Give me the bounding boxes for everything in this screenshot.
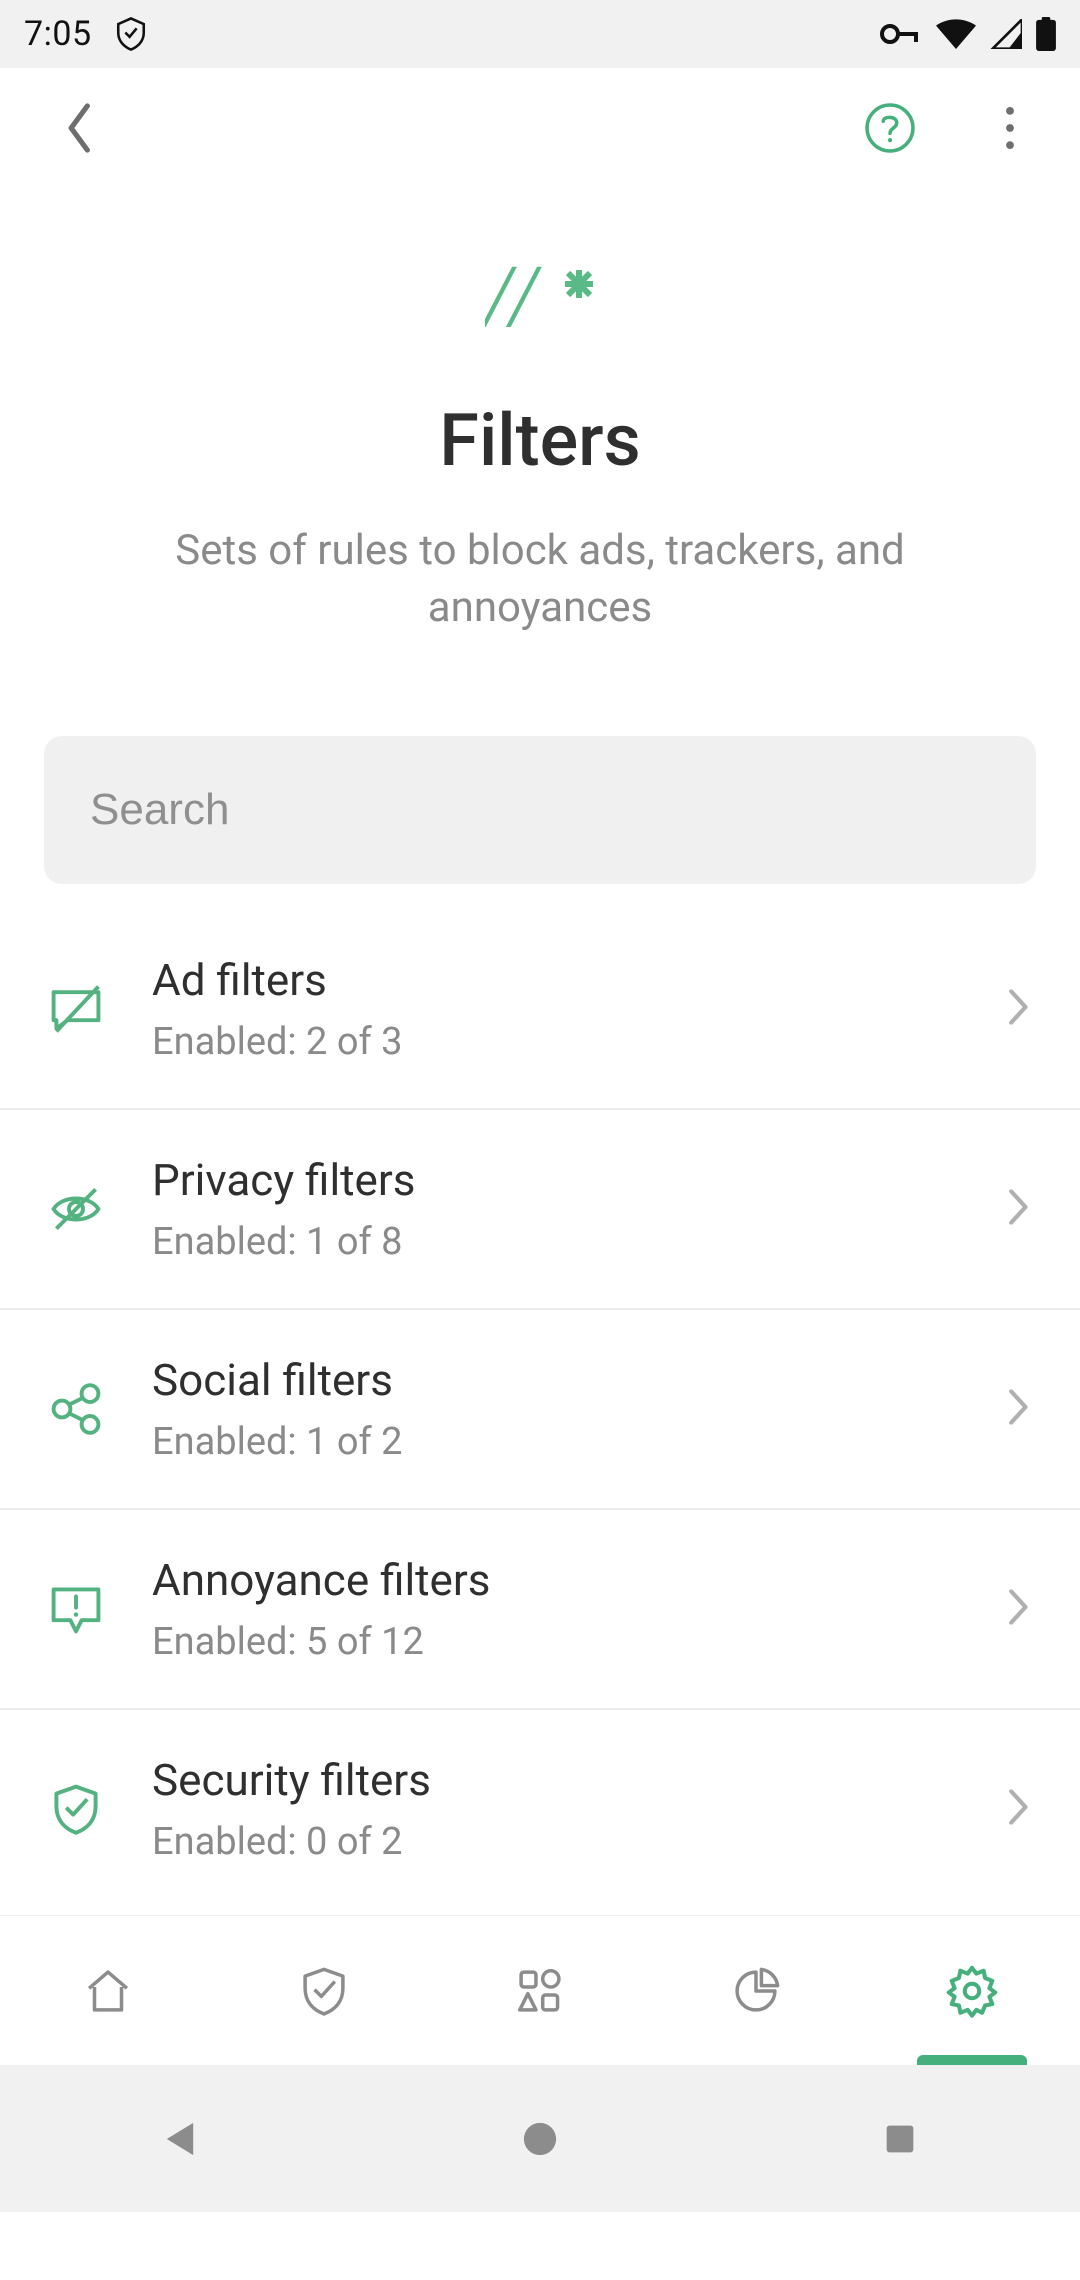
list-item-subtitle: Enabled: 1 of 8: [152, 1220, 958, 1264]
list-item-title: Ad filters: [152, 954, 958, 1006]
list-item-title: Privacy filters: [152, 1154, 958, 1206]
list-item[interactable]: Social filters Enabled: 1 of 2: [0, 1310, 1080, 1510]
app-screen: // Filters Sets of rules to block ads, t…: [0, 68, 1080, 2065]
vpn-key-icon: [880, 22, 922, 46]
nav-settings[interactable]: [864, 1916, 1080, 2065]
annoyance-icon: [48, 1580, 104, 1638]
list-item-title: Social filters: [152, 1354, 958, 1406]
help-button[interactable]: [860, 98, 920, 158]
chevron-right-icon: [1006, 1586, 1032, 1632]
chevron-right-icon: [1006, 1786, 1032, 1832]
chevron-right-icon: [1006, 1186, 1032, 1232]
message-slash-icon: [48, 980, 104, 1038]
android-nav-bar: [0, 2065, 1080, 2212]
bottom-nav: [0, 1915, 1080, 2065]
list-item-title: Security filters: [152, 1754, 958, 1806]
list-item-subtitle: Enabled: 5 of 12: [152, 1620, 958, 1664]
search-container: [0, 736, 1080, 910]
shield-check-icon: [48, 1780, 104, 1838]
page-title: Filters: [60, 398, 1020, 483]
chevron-right-icon: [1006, 1386, 1032, 1432]
list-item[interactable]: Security filters Enabled: 0 of 2: [0, 1710, 1080, 1908]
android-status-bar: 7:05: [0, 0, 1080, 68]
list-item-subtitle: Enabled: 1 of 2: [152, 1420, 958, 1464]
eye-slash-icon: [48, 1180, 104, 1238]
filter-list: Ad filters Enabled: 2 of 3 Privacy filte…: [0, 910, 1080, 1915]
list-item[interactable]: Ad filters Enabled: 2 of 3: [0, 910, 1080, 1110]
page-header: // Filters Sets of rules to block ads, t…: [0, 188, 1080, 736]
search-input[interactable]: [44, 736, 1036, 884]
battery-icon: [1036, 17, 1056, 51]
nav-home[interactable]: [0, 1916, 216, 2065]
sys-home-button[interactable]: [362, 2117, 718, 2161]
sys-recents-button[interactable]: [722, 2119, 1078, 2159]
chevron-right-icon: [1006, 986, 1032, 1032]
shield-status-icon: [114, 15, 148, 53]
wifi-icon: [936, 19, 976, 49]
list-item-subtitle: Enabled: 0 of 2: [152, 1820, 958, 1864]
share-nodes-icon: [48, 1380, 104, 1438]
more-menu-button[interactable]: [980, 98, 1040, 158]
page-subtitle: Sets of rules to block ads, trackers, an…: [60, 523, 1020, 636]
status-time: 7:05: [24, 14, 92, 54]
list-item-subtitle: Enabled: 2 of 3: [152, 1020, 958, 1064]
nav-protection[interactable]: [216, 1916, 432, 2065]
nav-apps[interactable]: [432, 1916, 648, 2065]
list-item[interactable]: Annoyance filters Enabled: 5 of 12: [0, 1510, 1080, 1710]
list-item[interactable]: Privacy filters Enabled: 1 of 8: [0, 1110, 1080, 1310]
cellular-icon: [990, 19, 1022, 49]
list-item-title: Annoyance filters: [152, 1554, 958, 1606]
nav-stats[interactable]: [648, 1916, 864, 2065]
svg-text://: //: [485, 248, 542, 346]
sys-back-button[interactable]: [2, 2117, 358, 2161]
app-bar: [0, 68, 1080, 188]
filters-logo-icon: //: [485, 248, 595, 352]
back-button[interactable]: [50, 98, 110, 158]
